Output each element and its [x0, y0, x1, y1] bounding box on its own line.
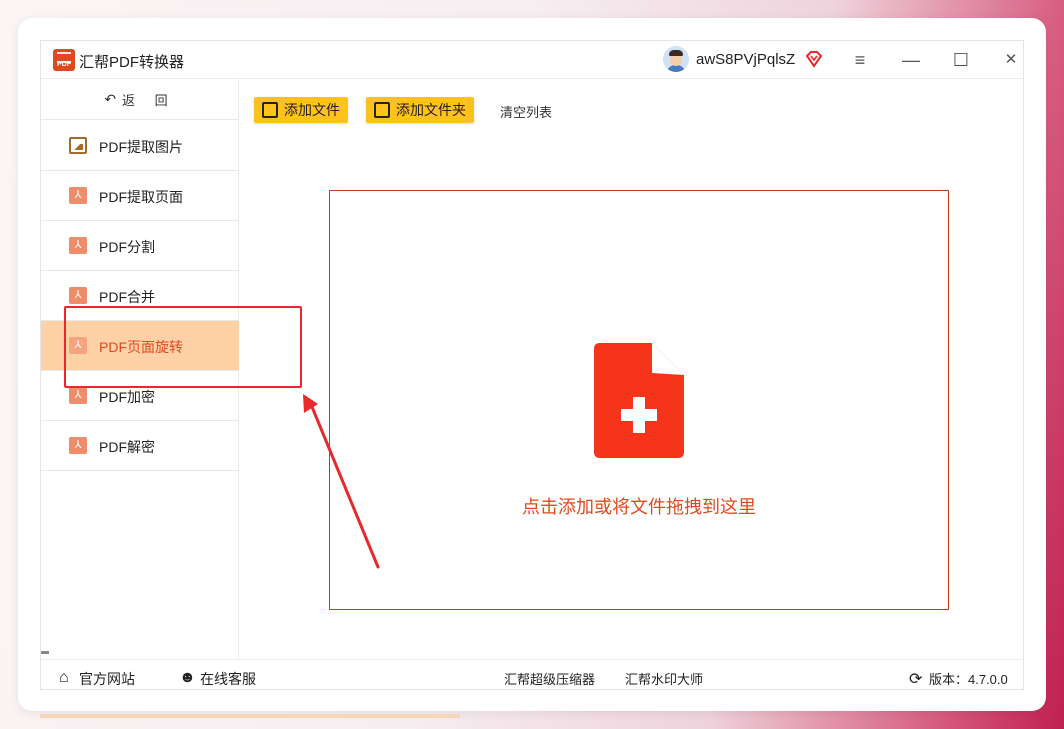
- sidebar-item-decrypt[interactable]: ⅄ PDF解密: [41, 421, 239, 471]
- add-file-icon: [594, 343, 684, 458]
- sidebar-scrollbar[interactable]: [41, 651, 49, 654]
- maximize-button[interactable]: ☐: [948, 47, 974, 73]
- add-file-button[interactable]: 添加文件: [254, 97, 348, 123]
- sidebar-item-label: PDF提取图片: [99, 139, 183, 155]
- drop-hint: 点击添加或将文件拖拽到这里: [522, 497, 756, 517]
- add-folder-icon: [374, 102, 390, 118]
- official-site-link[interactable]: 官方网站: [79, 669, 135, 689]
- app-logo-icon: PDF: [53, 49, 75, 71]
- pdf-icon: ⅄: [69, 287, 87, 304]
- version-label: 版本：4.7.0.0: [929, 672, 1008, 687]
- back-arrow-icon: ↶: [104, 90, 117, 107]
- sidebar-item-label: PDF提取页面: [99, 189, 183, 205]
- home-icon[interactable]: ⌂: [59, 669, 69, 687]
- sidebar-item-extract-pages[interactable]: ⅄ PDF提取页面: [41, 171, 239, 221]
- pdf-icon: ⅄: [69, 387, 87, 404]
- user-avatar[interactable]: [663, 46, 689, 72]
- back-label: 返 回: [122, 92, 176, 108]
- minimize-button[interactable]: —: [898, 47, 924, 73]
- vip-diamond-icon[interactable]: [805, 50, 823, 68]
- title-bar: PDF 汇帮PDF转换器 awS8PVjPqlsZ ≡ — ☐ ✕: [41, 41, 1025, 79]
- watermark-link[interactable]: 汇帮水印大师: [625, 669, 703, 688]
- app-title: 汇帮PDF转换器: [79, 54, 185, 71]
- image-icon: [69, 137, 87, 154]
- pdf-icon: ⅄: [69, 237, 87, 254]
- file-drop-zone[interactable]: 点击添加或将文件拖拽到这里: [329, 190, 949, 610]
- pdf-icon: ⅄: [69, 437, 87, 454]
- add-file-icon: [262, 102, 278, 118]
- add-folder-label: 添加文件夹: [396, 102, 466, 118]
- progress-strip: [40, 714, 460, 718]
- sidebar-item-label: PDF加密: [99, 389, 155, 405]
- sidebar-item-label: PDF合并: [99, 289, 155, 305]
- status-bar: ⌂ 官方网站 ☻ 在线客服 汇帮超级压缩器 汇帮水印大师 ⟳ 版本：4.7.0.…: [41, 659, 1025, 691]
- add-folder-button[interactable]: 添加文件夹: [366, 97, 474, 123]
- online-service-link[interactable]: 在线客服: [200, 669, 256, 689]
- add-file-label: 添加文件: [284, 102, 340, 118]
- highlight-box: [64, 306, 302, 388]
- clear-list-button[interactable]: 清空列表: [500, 102, 552, 121]
- menu-icon[interactable]: ≡: [847, 47, 873, 73]
- refresh-icon[interactable]: ⟳: [909, 669, 922, 689]
- sidebar-item-label: PDF分割: [99, 239, 155, 255]
- customer-service-icon[interactable]: ☻: [179, 669, 196, 687]
- username[interactable]: awS8PVjPqlsZ: [696, 51, 795, 68]
- sidebar-item-split[interactable]: ⅄ PDF分割: [41, 221, 239, 271]
- sidebar-item-label: PDF解密: [99, 439, 155, 455]
- sidebar-item-extract-images[interactable]: PDF提取图片: [41, 121, 239, 171]
- pdf-icon: ⅄: [69, 187, 87, 204]
- back-button[interactable]: ↶ 返 回: [41, 79, 239, 120]
- close-button[interactable]: ✕: [998, 47, 1024, 73]
- compressor-link[interactable]: 汇帮超级压缩器: [504, 669, 595, 688]
